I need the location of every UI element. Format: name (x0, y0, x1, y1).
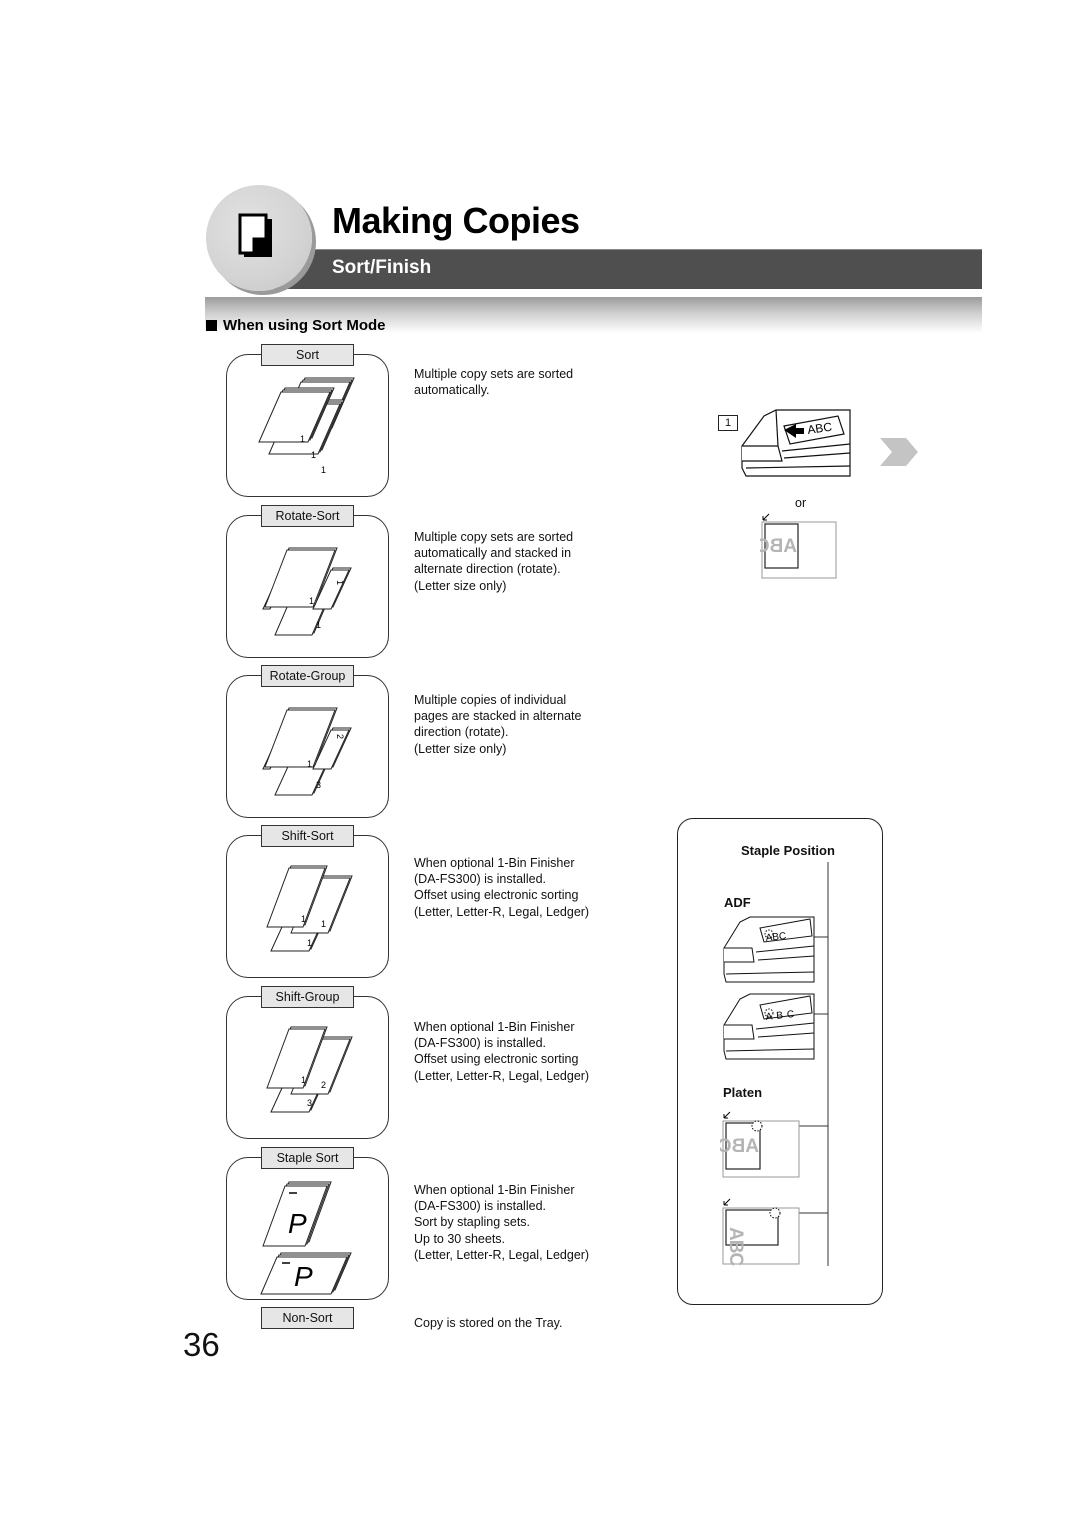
next-step-arrow-icon (880, 438, 918, 466)
adf-document-feeder-illustration: ABC (741, 409, 851, 477)
page-number-label: 1 (300, 434, 305, 444)
mode-description-staple-sort: When optional 1-Bin Finisher (DA-FS300) … (414, 1182, 589, 1263)
page-number-label: 1 (316, 620, 321, 630)
description-line: (Letter, Letter-R, Legal, Ledger) (414, 1068, 590, 1083)
description-line: automatically and stacked in (414, 546, 572, 561)
adf-landscape-illustration (723, 993, 815, 1060)
step-number-badge: 1 (718, 415, 738, 431)
mode-label-staple-sort: Staple Sort (261, 1147, 354, 1169)
description-line: Copy is stored on the Tray. (414, 1316, 563, 1330)
page-letter: P (288, 1208, 307, 1239)
mode-description-rotate-group: Multiple copies of individual pages are … (414, 692, 581, 757)
page-title: Making Copies (332, 200, 580, 241)
description-line: Offset using electronic sorting (414, 1052, 579, 1067)
mode-label-rotate-group: Rotate-Group (261, 665, 354, 687)
platen-sample-text: ABC (760, 536, 797, 557)
description-line: When optional 1-Bin Finisher (414, 856, 575, 870)
mode-illustration-sort: 1 1 1 (226, 354, 389, 497)
description-line: When optional 1-Bin Finisher (414, 1020, 575, 1034)
description-line: (Letter, Letter-R, Legal, Ledger) (414, 1247, 590, 1262)
page-number-label: 1 (321, 919, 326, 929)
description-line: (Letter size only) (414, 741, 507, 756)
bullet-square-icon (206, 320, 217, 331)
mode-description-rotate-sort: Multiple copy sets are sorted automatica… (414, 529, 573, 594)
mode-label-non-sort: Non-Sort (261, 1307, 354, 1329)
description-line: pages are stacked in alternate (414, 709, 582, 724)
corner-arrow-icon (762, 513, 770, 521)
adf-portrait-illustration (723, 916, 815, 983)
page-number-label: 1 (311, 450, 316, 460)
mode-label-sort: Sort (261, 344, 354, 366)
page-number-label: 3 (316, 780, 321, 790)
mode-label-shift-sort: Shift-Sort (261, 825, 354, 847)
description-line: Up to 30 sheets. (414, 1231, 506, 1246)
description-line: automatically. (414, 383, 490, 398)
staple-sort-stack-illustration: P P (260, 1181, 352, 1295)
description-line: alternate direction (rotate). (414, 562, 561, 577)
description-line: direction (rotate). (414, 725, 509, 740)
description-line: (DA-FS300) is installed. (414, 1036, 546, 1051)
adf-portrait-sample-text: ABC (765, 931, 787, 944)
staple-position-title: Staple Position (741, 843, 835, 858)
staple-point-icon (751, 1120, 763, 1132)
shift-sort-stack-illustration: 1 1 1 (266, 865, 353, 952)
mode-label-shift-group: Shift-Group (261, 986, 354, 1008)
description-line: (Letter, Letter-R, Legal, Ledger) (414, 904, 590, 919)
or-label: or (795, 496, 807, 510)
description-line: Multiple copy sets are sorted (414, 530, 574, 544)
section-heading: When using Sort Mode (206, 317, 386, 334)
page-number: 36 (183, 1326, 220, 1363)
page-number-label: 1 (307, 759, 312, 769)
mode-description-shift-group: When optional 1-Bin Finisher (DA-FS300) … (414, 1019, 589, 1084)
staple-point-icon (769, 1207, 781, 1219)
page-number-label: 1 (321, 465, 326, 475)
staple-position-diagram: ABC ABC ABC ABC (720, 862, 829, 1266)
description-line: When optional 1-Bin Finisher (414, 1183, 575, 1197)
page-number-label: 1 (309, 596, 314, 606)
mode-illustration-rotate-group: 1 2 3 (226, 675, 389, 818)
corner-arrow-icon (723, 1198, 731, 1206)
copy-document-icon (238, 213, 272, 257)
description-line: Sort by stapling sets. (414, 1215, 531, 1230)
page-subtitle: Sort/Finish (332, 257, 432, 278)
mode-illustration-shift-group: 1 2 3 (226, 996, 389, 1139)
chapter-icon-circle (206, 185, 312, 291)
mode-label-rotate-sort: Rotate-Sort (261, 505, 354, 527)
description-line: Multiple copies of individual (414, 693, 567, 707)
mode-description-non-sort: Copy is stored on the Tray. (414, 1315, 562, 1331)
description-line: (Letter size only) (414, 578, 507, 593)
shift-group-stack-illustration: 1 2 3 (266, 1026, 353, 1113)
page-letter: P (294, 1261, 313, 1292)
page-number-label: 1 (301, 914, 306, 924)
section-heading-text: When using Sort Mode (223, 317, 386, 334)
rotate-group-stack-illustration: 1 2 3 (262, 707, 352, 796)
description-line: (DA-FS300) is installed. (414, 1199, 546, 1214)
platen-glass-illustration: ABC (760, 513, 837, 579)
page-number-label: 1 (307, 938, 312, 948)
description-line: Offset using electronic sorting (414, 888, 579, 903)
mode-illustration-rotate-sort: 1 1 1 (226, 515, 389, 658)
sort-stack-illustration: 1 1 1 (258, 377, 355, 475)
mode-illustration-shift-sort: 1 1 1 (226, 835, 389, 978)
platen-landscape-sample-text: ABC (725, 1227, 746, 1266)
page-number-label: 1 (301, 1075, 306, 1085)
page-number-label: 3 (307, 1098, 312, 1108)
platen-portrait-sample-text: ABC (720, 1136, 759, 1157)
rotate-sort-stack-illustration: 1 1 1 (262, 547, 352, 636)
description-line: Multiple copy sets are sorted (414, 367, 574, 381)
description-line: (DA-FS300) is installed. (414, 872, 546, 887)
mode-description-sort: Multiple copy sets are sorted automatica… (414, 366, 573, 398)
page-number-label: 1 (335, 580, 345, 585)
page-number-label: 2 (335, 734, 345, 739)
corner-arrow-icon (723, 1111, 731, 1119)
page-number-label: 2 (321, 1080, 326, 1090)
mode-illustration-staple-sort: P P (226, 1157, 389, 1300)
mode-description-shift-sort: When optional 1-Bin Finisher (DA-FS300) … (414, 855, 589, 920)
